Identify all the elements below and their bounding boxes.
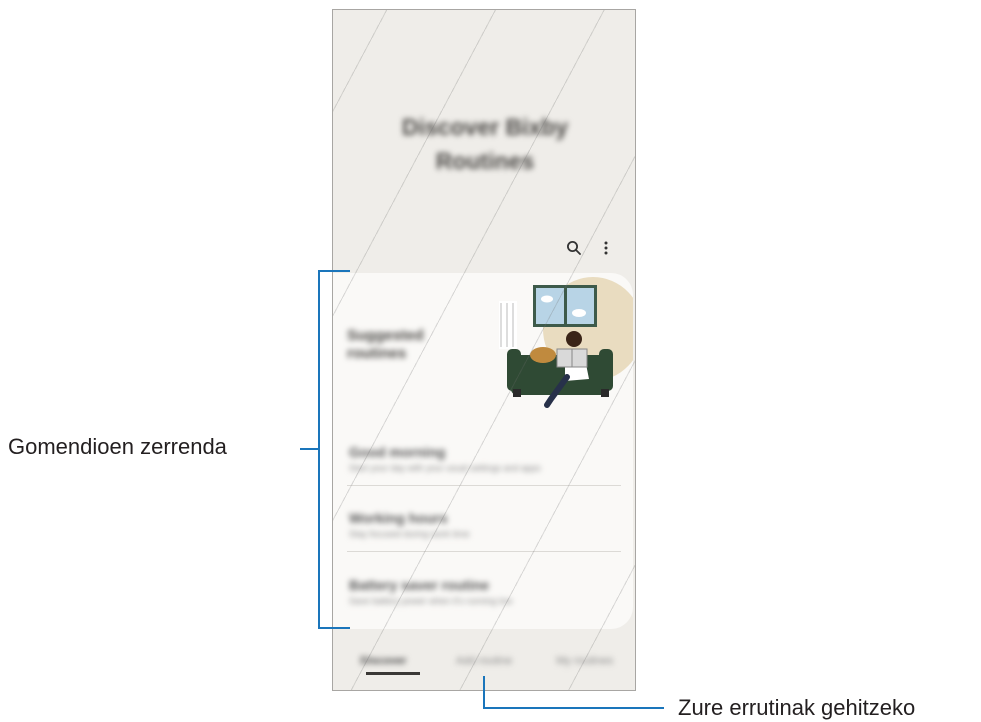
callout-recommendation-list: Gomendioen zerrenda [8, 434, 227, 459]
bottom-tab-bar: Discover Add routine My routines [333, 650, 635, 675]
recommendation-heading: Suggested routines [347, 327, 424, 362]
search-icon[interactable] [565, 239, 583, 257]
recommendation-description: Save battery power when it's running low [349, 596, 513, 606]
divider [347, 551, 621, 552]
tab-label: Add routine [455, 655, 513, 667]
recommendation-item[interactable]: Working hours Stay focused during work t… [349, 509, 619, 541]
tab-label: Discover [360, 655, 407, 667]
recommendation-card-header[interactable]: Suggested routines [347, 327, 477, 363]
active-tab-indicator [366, 672, 420, 675]
page-title: Discover Bixby Routines [401, 114, 569, 174]
recommendation-title: Good morning [349, 444, 446, 460]
recommendation-title: Working hours [349, 510, 448, 526]
divider [347, 485, 621, 486]
recommendation-item[interactable]: Good morning Start your day with your us… [349, 443, 619, 475]
tab-my-routines[interactable]: My routines [534, 650, 635, 672]
person-reading-on-sofa-illustration [499, 277, 633, 408]
more-vertical-icon[interactable] [597, 239, 615, 257]
tab-discover[interactable]: Discover [333, 650, 434, 675]
callout-add-routines: Zure errutinak gehitzeko [678, 695, 916, 720]
recommendation-list: Suggested routines Good morning Start yo… [333, 273, 633, 629]
recommendation-description: Start your day with your usual settings … [349, 463, 541, 473]
phone-screen: Discover Bixby Routines Suggested routin… [332, 9, 636, 691]
recommendation-item[interactable]: Battery saver routine Save battery power… [349, 576, 619, 608]
tab-add-routine[interactable]: Add routine [434, 650, 535, 672]
toolbar [565, 239, 615, 257]
tab-label: My routines [556, 655, 614, 667]
recommendation-description: Stay focused during work time [349, 529, 470, 539]
recommendation-title: Battery saver routine [349, 577, 490, 593]
